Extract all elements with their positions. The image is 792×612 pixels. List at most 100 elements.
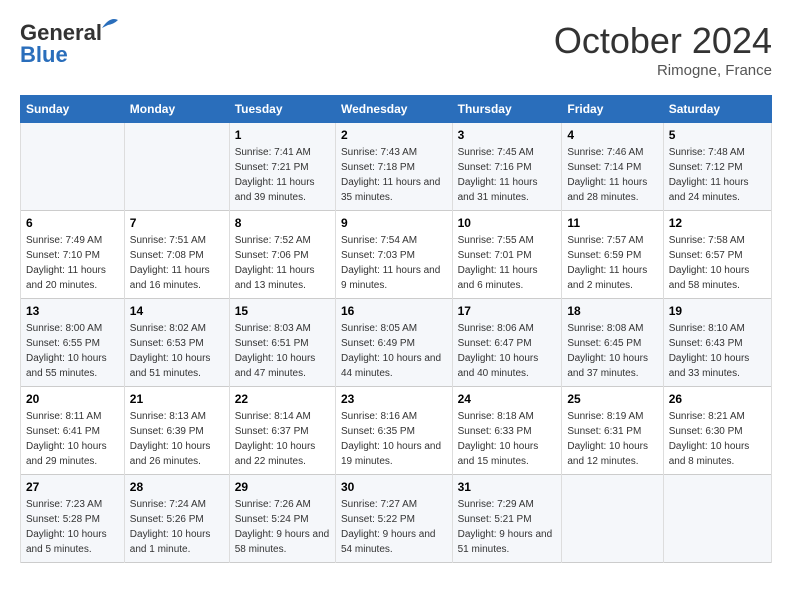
day-number: 12: [669, 216, 766, 230]
weekday-header-saturday: Saturday: [663, 96, 771, 123]
day-info: Sunrise: 8:11 AMSunset: 6:41 PMDaylight:…: [26, 409, 119, 469]
calendar-table: SundayMondayTuesdayWednesdayThursdayFrid…: [20, 95, 772, 563]
day-number: 28: [130, 480, 224, 494]
weekday-header-sunday: Sunday: [21, 96, 125, 123]
day-info: Sunrise: 7:52 AMSunset: 7:06 PMDaylight:…: [235, 233, 330, 293]
day-number: 1: [235, 128, 330, 142]
weekday-header-row: SundayMondayTuesdayWednesdayThursdayFrid…: [21, 96, 772, 123]
day-info: Sunrise: 8:02 AMSunset: 6:53 PMDaylight:…: [130, 321, 224, 381]
day-cell: 16 Sunrise: 8:05 AMSunset: 6:49 PMDayligh…: [335, 299, 452, 387]
day-cell: 5 Sunrise: 7:48 AMSunset: 7:12 PMDaylight…: [663, 123, 771, 211]
day-number: 26: [669, 392, 766, 406]
day-number: 27: [26, 480, 119, 494]
day-cell: 11 Sunrise: 7:57 AMSunset: 6:59 PMDayligh…: [562, 211, 663, 299]
day-number: 17: [458, 304, 557, 318]
day-cell: 17Sunrise: 8:06 AMSunset: 6:47 PMDayligh…: [452, 299, 562, 387]
day-cell: 6 Sunrise: 7:49 AMSunset: 7:10 PMDaylight…: [21, 211, 125, 299]
day-cell: [663, 475, 771, 563]
day-info: Sunrise: 7:48 AMSunset: 7:12 PMDaylight:…: [669, 145, 766, 205]
day-cell: 12 Sunrise: 7:58 AMSunset: 6:57 PMDayligh…: [663, 211, 771, 299]
day-info: Sunrise: 7:45 AMSunset: 7:16 PMDaylight:…: [458, 145, 557, 205]
day-cell: 4 Sunrise: 7:46 AMSunset: 7:14 PMDaylight…: [562, 123, 663, 211]
day-cell: 31 Sunrise: 7:29 AMSunset: 5:21 PMDayligh…: [452, 475, 562, 563]
day-info: Sunrise: 8:19 AMSunset: 6:31 PMDaylight:…: [567, 409, 657, 469]
day-cell: 19 Sunrise: 8:10 AMSunset: 6:43 PMDayligh…: [663, 299, 771, 387]
day-number: 23: [341, 392, 447, 406]
day-cell: 20 Sunrise: 8:11 AMSunset: 6:41 PMDayligh…: [21, 387, 125, 475]
weekday-header-thursday: Thursday: [452, 96, 562, 123]
weekday-header-wednesday: Wednesday: [335, 96, 452, 123]
day-info: Sunrise: 7:23 AMSunset: 5:28 PMDaylight:…: [26, 497, 119, 557]
day-cell: 23 Sunrise: 8:16 AMSunset: 6:35 PMDayligh…: [335, 387, 452, 475]
day-info: Sunrise: 8:10 AMSunset: 6:43 PMDaylight:…: [669, 321, 766, 381]
day-cell: [124, 123, 229, 211]
day-info: Sunrise: 7:29 AMSunset: 5:21 PMDaylight:…: [458, 497, 557, 557]
day-number: 10: [458, 216, 557, 230]
day-info: Sunrise: 8:13 AMSunset: 6:39 PMDaylight:…: [130, 409, 224, 469]
day-number: 8: [235, 216, 330, 230]
week-row-4: 20 Sunrise: 8:11 AMSunset: 6:41 PMDayligh…: [21, 387, 772, 475]
day-number: 22: [235, 392, 330, 406]
week-row-3: 13 Sunrise: 8:00 AMSunset: 6:55 PMDayligh…: [21, 299, 772, 387]
day-info: Sunrise: 7:57 AMSunset: 6:59 PMDaylight:…: [567, 233, 657, 293]
day-number: 21: [130, 392, 224, 406]
weekday-header-monday: Monday: [124, 96, 229, 123]
week-row-1: 1 Sunrise: 7:41 AMSunset: 7:21 PMDaylight…: [21, 123, 772, 211]
day-info: Sunrise: 8:16 AMSunset: 6:35 PMDaylight:…: [341, 409, 447, 469]
day-number: 30: [341, 480, 447, 494]
day-number: 4: [567, 128, 657, 142]
day-number: 31: [458, 480, 557, 494]
title-block: October 2024 Rimogne, France: [554, 20, 772, 79]
logo-general: General: [20, 20, 102, 45]
day-number: 5: [669, 128, 766, 142]
day-info: Sunrise: 7:41 AMSunset: 7:21 PMDaylight:…: [235, 145, 330, 205]
day-info: Sunrise: 7:46 AMSunset: 7:14 PMDaylight:…: [567, 145, 657, 205]
day-number: 20: [26, 392, 119, 406]
day-number: 25: [567, 392, 657, 406]
day-info: Sunrise: 8:03 AMSunset: 6:51 PMDaylight:…: [235, 321, 330, 381]
day-cell: 7Sunrise: 7:51 AMSunset: 7:08 PMDaylight…: [124, 211, 229, 299]
day-number: 6: [26, 216, 119, 230]
day-info: Sunrise: 7:58 AMSunset: 6:57 PMDaylight:…: [669, 233, 766, 293]
day-cell: 28Sunrise: 7:24 AMSunset: 5:26 PMDayligh…: [124, 475, 229, 563]
day-cell: 22 Sunrise: 8:14 AMSunset: 6:37 PMDayligh…: [229, 387, 335, 475]
day-info: Sunrise: 8:05 AMSunset: 6:49 PMDaylight:…: [341, 321, 447, 381]
day-cell: 1 Sunrise: 7:41 AMSunset: 7:21 PMDaylight…: [229, 123, 335, 211]
week-row-5: 27 Sunrise: 7:23 AMSunset: 5:28 PMDayligh…: [21, 475, 772, 563]
day-cell: 27 Sunrise: 7:23 AMSunset: 5:28 PMDayligh…: [21, 475, 125, 563]
week-row-2: 6 Sunrise: 7:49 AMSunset: 7:10 PMDaylight…: [21, 211, 772, 299]
day-number: 24: [458, 392, 557, 406]
day-info: Sunrise: 8:00 AMSunset: 6:55 PMDaylight:…: [26, 321, 119, 381]
day-cell: 15 Sunrise: 8:03 AMSunset: 6:51 PMDayligh…: [229, 299, 335, 387]
day-cell: 18 Sunrise: 8:08 AMSunset: 6:45 PMDayligh…: [562, 299, 663, 387]
day-number: 18: [567, 304, 657, 318]
day-cell: 3 Sunrise: 7:45 AMSunset: 7:16 PMDaylight…: [452, 123, 562, 211]
day-number: 19: [669, 304, 766, 318]
day-info: Sunrise: 7:26 AMSunset: 5:24 PMDaylight:…: [235, 497, 330, 557]
day-number: 16: [341, 304, 447, 318]
day-info: Sunrise: 8:14 AMSunset: 6:37 PMDaylight:…: [235, 409, 330, 469]
day-number: 11: [567, 216, 657, 230]
day-cell: 21 Sunrise: 8:13 AMSunset: 6:39 PMDayligh…: [124, 387, 229, 475]
day-cell: 29Sunrise: 7:26 AMSunset: 5:24 PMDayligh…: [229, 475, 335, 563]
logo-wing-icon: [100, 16, 120, 30]
day-cell: 24 Sunrise: 8:18 AMSunset: 6:33 PMDayligh…: [452, 387, 562, 475]
day-number: 2: [341, 128, 447, 142]
day-info: Sunrise: 7:54 AMSunset: 7:03 PMDaylight:…: [341, 233, 447, 293]
day-cell: 30 Sunrise: 7:27 AMSunset: 5:22 PMDayligh…: [335, 475, 452, 563]
day-info: Sunrise: 8:21 AMSunset: 6:30 PMDaylight:…: [669, 409, 766, 469]
logo: General Blue: [20, 20, 102, 68]
weekday-header-tuesday: Tuesday: [229, 96, 335, 123]
day-cell: 8 Sunrise: 7:52 AMSunset: 7:06 PMDaylight…: [229, 211, 335, 299]
day-info: Sunrise: 7:27 AMSunset: 5:22 PMDaylight:…: [341, 497, 447, 557]
day-cell: 10Sunrise: 7:55 AMSunset: 7:01 PMDayligh…: [452, 211, 562, 299]
day-info: Sunrise: 7:49 AMSunset: 7:10 PMDaylight:…: [26, 233, 119, 293]
day-number: 13: [26, 304, 119, 318]
day-number: 3: [458, 128, 557, 142]
day-cell: 13 Sunrise: 8:00 AMSunset: 6:55 PMDayligh…: [21, 299, 125, 387]
day-number: 15: [235, 304, 330, 318]
day-info: Sunrise: 8:08 AMSunset: 6:45 PMDaylight:…: [567, 321, 657, 381]
page-header: General Blue October 2024 Rimogne, Franc…: [20, 20, 772, 79]
day-info: Sunrise: 7:43 AMSunset: 7:18 PMDaylight:…: [341, 145, 447, 205]
day-info: Sunrise: 8:18 AMSunset: 6:33 PMDaylight:…: [458, 409, 557, 469]
